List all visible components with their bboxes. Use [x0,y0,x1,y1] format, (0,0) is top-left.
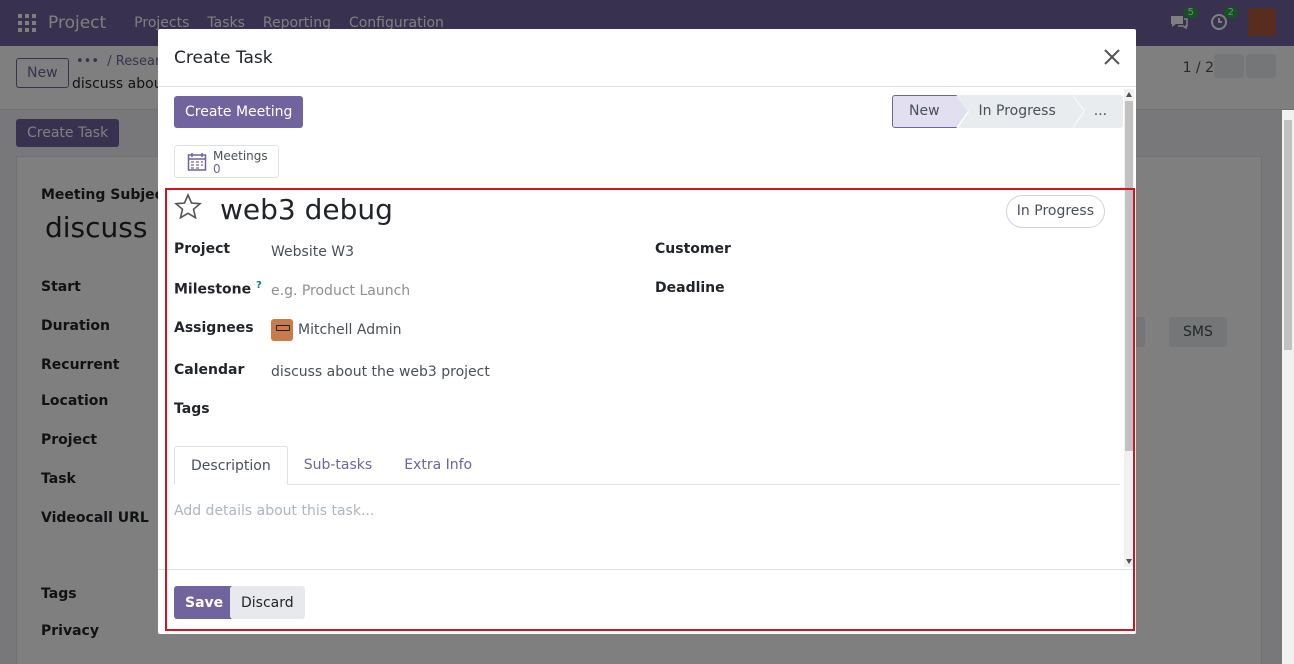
dialog-header: Create Task [158,29,1136,87]
discard-button[interactable]: Discard [230,586,305,619]
create-task-dialog: Create Task Create Meeting New In Progre… [158,29,1136,634]
tab-sub-tasks[interactable]: Sub-tasks [288,446,388,485]
dialog-body: Create Meeting New In Progress ... Meeti… [158,87,1136,569]
milestone-label-text: Milestone [174,281,252,298]
stage-in-progress-label: In Progress [978,103,1056,119]
assignee-avatar [271,319,293,341]
task-title[interactable]: web3 debug [220,193,393,226]
stage-in-progress[interactable]: In Progress [956,95,1085,128]
dialog-title: Create Task [174,48,273,68]
project-field[interactable]: Website W3 [271,244,354,260]
milestone-field[interactable]: e.g. Product Launch [271,283,410,299]
meetings-smart-button[interactable]: Meetings 0 [174,145,279,178]
calendar-icon [187,152,207,172]
calendar-label: Calendar [174,362,245,378]
save-button[interactable]: Save [174,586,235,619]
tags-label: Tags [174,401,210,417]
assignees-label: Assignees [174,320,254,336]
dialog-footer: Save Discard [158,569,1136,634]
project-label: Project [174,241,231,257]
milestone-label: Milestone ? [174,280,262,298]
stage-more-label: ... [1093,103,1108,119]
stage-new[interactable]: New [892,95,969,129]
milestone-help-mark[interactable]: ? [256,280,262,291]
deadline-label: Deadline [655,280,725,296]
assignees-field[interactable]: Mitchell Admin [271,319,402,341]
notebook-tabs: Description Sub-tasks Extra Info [174,446,1120,485]
close-icon[interactable] [1102,47,1122,67]
stage-statusbar: New In Progress ... [892,95,1124,129]
tab-extra-info[interactable]: Extra Info [388,446,488,485]
meetings-count: 0 [213,162,221,176]
task-state-badge[interactable]: In Progress [1005,195,1105,228]
stage-new-label: New [909,103,940,119]
customer-label: Customer [655,241,731,257]
page-scrollbar[interactable] [1282,110,1294,664]
assignee-name: Mitchell Admin [298,322,402,338]
calendar-field[interactable]: discuss about the web3 project [271,364,490,380]
create-meeting-button[interactable]: Create Meeting [174,96,304,128]
meetings-label: Meetings [213,149,268,163]
dialog-scrollbar[interactable] [1124,89,1134,567]
description-editor[interactable]: Add details about this task... [174,503,374,519]
tab-description[interactable]: Description [174,446,288,485]
priority-star-icon[interactable] [174,193,202,221]
